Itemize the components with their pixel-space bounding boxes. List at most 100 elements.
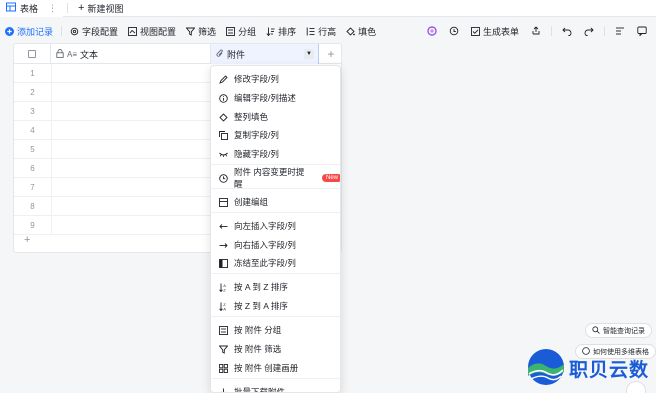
- table-row[interactable]: 4: [14, 121, 211, 140]
- more-vertical-icon[interactable]: ⋮: [48, 3, 57, 14]
- menu-item-label: 按 附件 创建画册: [234, 363, 299, 373]
- menu-item[interactable]: ZA 按 Z 到 A 排序: [211, 297, 340, 315]
- menu-item[interactable]: 冻结至此字段/列: [211, 254, 340, 272]
- redo-icon[interactable]: [579, 23, 599, 39]
- smart-icon[interactable]: [444, 23, 464, 39]
- table-row[interactable]: 9: [14, 216, 211, 235]
- field-config-button[interactable]: 字段配置: [65, 23, 123, 39]
- row-number: 5: [30, 145, 35, 154]
- tab-table-view[interactable]: 表格 ⋮: [0, 0, 64, 17]
- svg-text:Z: Z: [223, 287, 226, 292]
- text-cell[interactable]: [51, 216, 211, 235]
- menu-item[interactable]: 隐藏字段/列: [211, 145, 340, 163]
- table-icon: [6, 2, 16, 14]
- grid-header: A≡ 文本 附件 ▼ +: [14, 44, 341, 64]
- table-row[interactable]: 1: [14, 64, 211, 83]
- table-row[interactable]: 5: [14, 140, 211, 159]
- row-height-button[interactable]: 行高: [301, 23, 341, 39]
- select-all-checkbox[interactable]: [28, 50, 36, 58]
- group-icon: [219, 325, 228, 335]
- add-row-button[interactable]: +: [24, 234, 30, 246]
- sort-desc-icon: ZA: [219, 302, 228, 311]
- text-cell[interactable]: [51, 121, 211, 140]
- chevron-down-icon[interactable]: ▼: [304, 49, 314, 59]
- filter-button[interactable]: 筛选: [181, 23, 221, 39]
- text-cell[interactable]: [51, 159, 211, 178]
- menu-divider: [211, 378, 340, 379]
- divider: [604, 26, 605, 36]
- column-context-menu: 修改字段/列 编辑字段/列描述整列填色复制字段/列隐藏字段/列附件 内容变更时提醒…: [210, 65, 341, 393]
- menu-item[interactable]: AZ 按 A 到 Z 排序: [211, 278, 340, 296]
- filter-icon: [186, 27, 196, 36]
- tab-label: 表格: [20, 3, 39, 14]
- text-cell[interactable]: [51, 140, 211, 159]
- table-row[interactable]: 2: [14, 83, 211, 102]
- add-column-button[interactable]: +: [319, 44, 341, 64]
- text-cell[interactable]: [51, 64, 211, 83]
- column-header-attachment[interactable]: 附件 ▼: [211, 44, 319, 64]
- menu-item[interactable]: 复制字段/列: [211, 126, 340, 144]
- clock-icon: [219, 173, 228, 183]
- filter-icon: [219, 345, 228, 354]
- table-row[interactable]: 3: [14, 102, 211, 121]
- menu-item[interactable]: 按 附件 创建画册: [211, 359, 340, 377]
- form-icon: [471, 26, 480, 36]
- menu-item[interactable]: 附件 内容变更时提醒 New: [211, 167, 340, 189]
- text-cell[interactable]: [51, 83, 211, 102]
- menu-item-label: 隐藏字段/列: [234, 149, 279, 159]
- paint-bucket-icon: [219, 112, 228, 122]
- gallery-icon: [219, 363, 228, 373]
- add-record-button[interactable]: 添加记录: [0, 23, 58, 39]
- row-number: 1: [30, 69, 35, 78]
- menu-item-label: 整列填色: [234, 112, 269, 122]
- comment-icon[interactable]: [632, 23, 652, 39]
- share-icon[interactable]: [526, 23, 546, 39]
- menu-item[interactable]: 修改字段/列: [211, 70, 340, 88]
- column-header-text[interactable]: A≡ 文本: [51, 44, 211, 64]
- menu-item[interactable]: 按 附件 筛选: [211, 340, 340, 358]
- menu-item[interactable]: 创建编组: [211, 193, 340, 211]
- text-cell[interactable]: [51, 102, 211, 121]
- generate-form-button[interactable]: 生成表单: [466, 23, 524, 39]
- generate-form-label: 生成表单: [482, 26, 519, 37]
- copy-icon: [219, 130, 228, 140]
- sort-asc-icon: AZ: [219, 283, 228, 292]
- menu-divider: [211, 212, 340, 213]
- view-config-button[interactable]: 视图配置: [123, 23, 181, 39]
- menu-item[interactable]: 编辑字段/列描述: [211, 89, 340, 107]
- undo-icon[interactable]: [557, 23, 577, 39]
- table-row[interactable]: 7: [14, 178, 211, 197]
- menu-item[interactable]: 按 附件 分组: [211, 321, 340, 339]
- view-config-label: 视图配置: [140, 26, 177, 37]
- paperclip-icon: [216, 49, 224, 60]
- globe-logo-icon: [527, 348, 565, 388]
- table-row[interactable]: 6: [14, 159, 211, 178]
- menu-item[interactable]: 整列填色: [211, 108, 340, 126]
- new-view-button[interactable]: + 新建视图: [72, 2, 129, 15]
- sort-label: 排序: [278, 26, 297, 37]
- menu-item[interactable]: 批量下载附件: [211, 383, 340, 393]
- list-settings-icon[interactable]: [610, 23, 630, 39]
- row-number: 4: [30, 126, 35, 135]
- ai-assistant-icon[interactable]: [422, 23, 442, 39]
- smart-query-button[interactable]: 智能查询记录: [585, 323, 652, 338]
- group-label: 分组: [238, 26, 257, 37]
- text-field-icon: A≡: [67, 49, 78, 59]
- text-cell[interactable]: [51, 197, 211, 216]
- freeze-icon: [219, 258, 228, 268]
- table-row[interactable]: 8: [14, 197, 211, 216]
- fill-color-button[interactable]: 填色: [341, 23, 381, 39]
- text-cell[interactable]: [51, 178, 211, 197]
- field-config-label: 字段配置: [82, 26, 119, 37]
- group-button[interactable]: 分组: [221, 23, 261, 39]
- menu-item[interactable]: 向左插入字段/列: [211, 217, 340, 235]
- menu-item-label: 向右插入字段/列: [234, 240, 296, 250]
- menu-item-label: 向左插入字段/列: [234, 221, 296, 231]
- sort-button[interactable]: 排序: [261, 23, 301, 39]
- menu-divider: [211, 273, 340, 274]
- menu-item[interactable]: 向右插入字段/列: [211, 236, 340, 254]
- menu-item-label: 按 附件 筛选: [234, 344, 282, 354]
- row-number: 9: [30, 221, 35, 230]
- menu-item-label: 批量下载附件: [234, 387, 286, 393]
- paint-bucket-icon: [346, 26, 356, 36]
